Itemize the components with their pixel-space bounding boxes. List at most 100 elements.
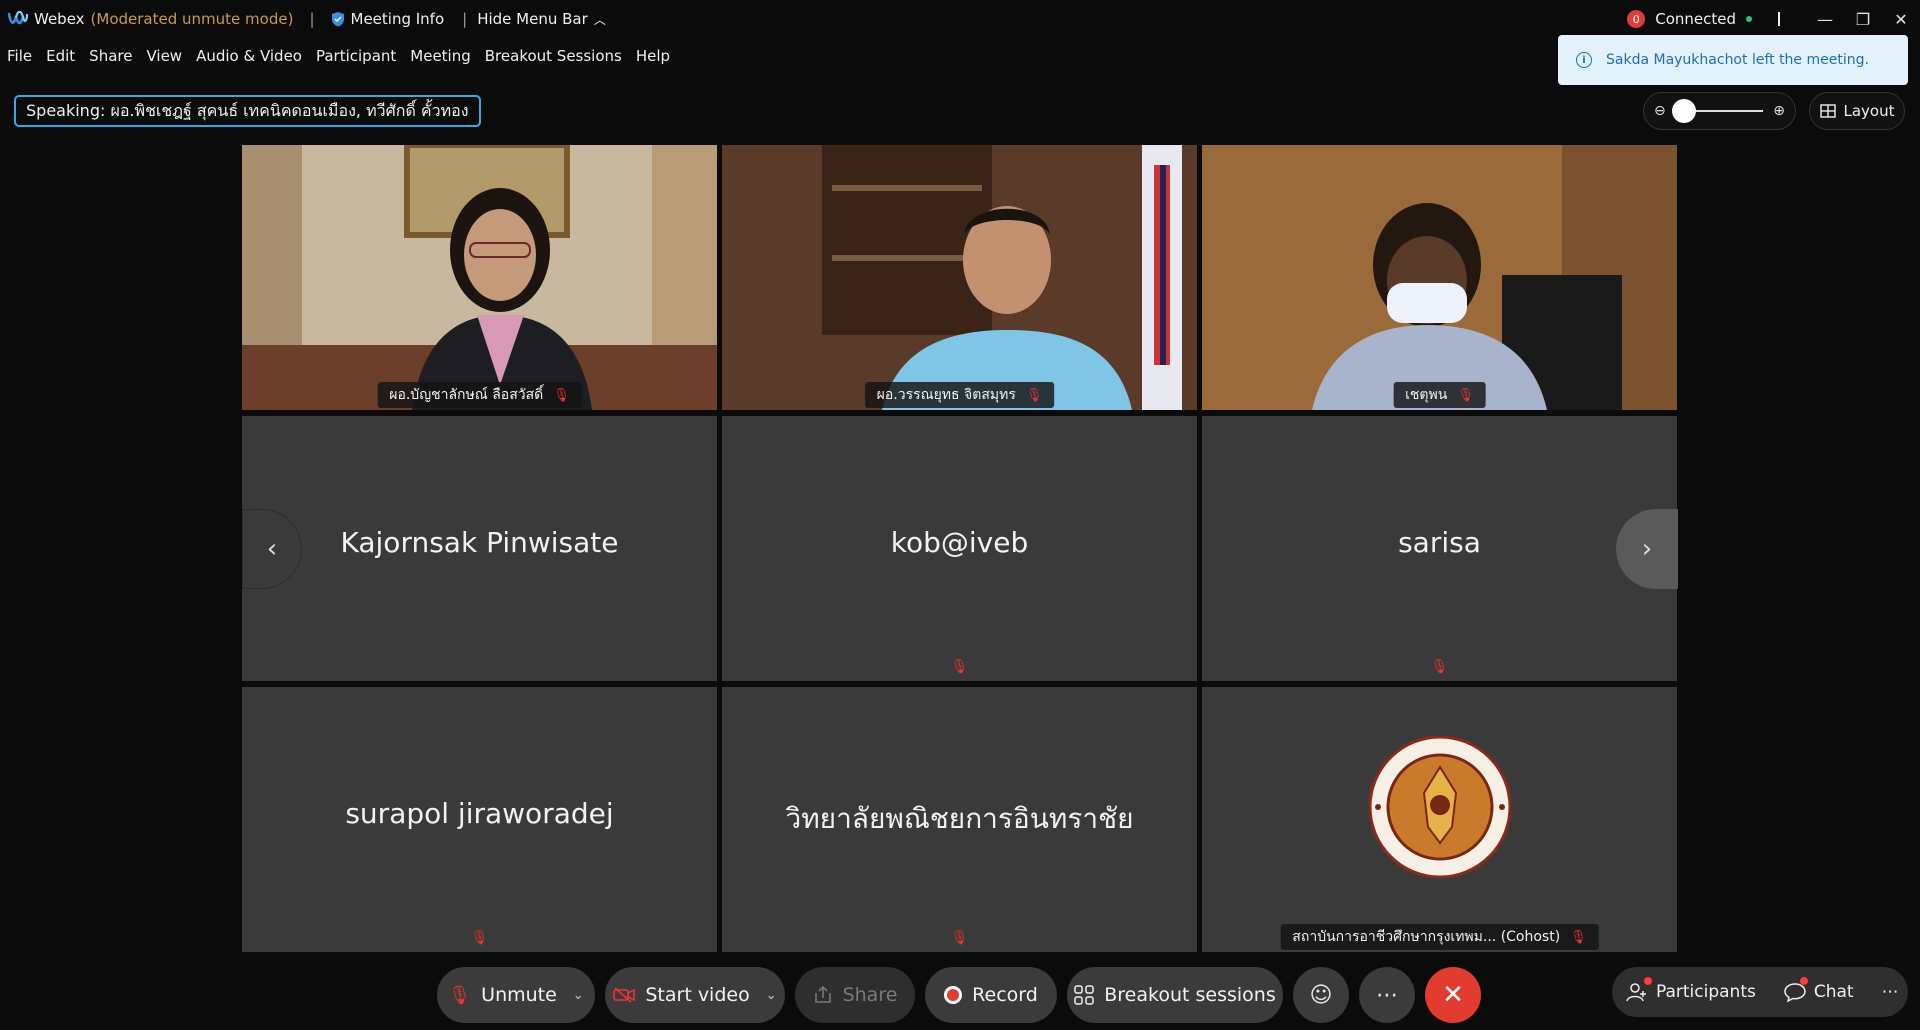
- mic-muted-icon: 🎙︎: [448, 984, 472, 1006]
- breakout-sessions-label: Breakout sessions: [1104, 984, 1276, 1006]
- mic-muted-icon: 🎙︎: [1430, 659, 1449, 675]
- title-separator-2: |: [462, 10, 468, 28]
- participants-icon: [1626, 983, 1646, 1002]
- participant-name: ผอ.วรรณยุทธ จิตสมุทร: [876, 387, 1016, 403]
- leave-meeting-button[interactable]: ✕: [1425, 967, 1481, 1023]
- record-icon: [944, 986, 963, 1004]
- share-screen-icon: [814, 986, 831, 1003]
- hide-menu-bar-button[interactable]: Hide Menu Bar ︿: [477, 10, 606, 28]
- meeting-info-label: Meeting Info: [350, 10, 445, 28]
- video-off-icon: [613, 987, 636, 1003]
- menu-breakout-sessions[interactable]: Breakout Sessions: [478, 47, 629, 65]
- participant-name-tag: สถาบันการอาชีวศึกษากรุงเทพม... (Cohost) …: [1280, 924, 1599, 950]
- chat-icon: [1784, 983, 1806, 1002]
- connection-status-badge: 0: [1627, 10, 1646, 28]
- participant-tile[interactable]: วิทยาลัยพณิชยการอินทราชัย 🎙︎: [722, 687, 1197, 952]
- participant-name: วิทยาลัยพณิชยการอินทราชัย: [785, 802, 1134, 835]
- unmute-button[interactable]: 🎙︎ Unmute ⌄: [437, 967, 595, 1023]
- info-icon: i: [1576, 52, 1592, 68]
- institution-seal-icon: [1368, 735, 1511, 879]
- menu-meeting[interactable]: Meeting: [403, 47, 477, 65]
- smiley-icon: ☺: [1309, 982, 1333, 1008]
- mic-muted-icon: 🎙︎: [470, 930, 489, 946]
- participant-tile-video[interactable]: ผอ.วรรณยุทธ จิตสมุทร 🎙︎: [722, 145, 1197, 410]
- participants-button[interactable]: Participants: [1612, 967, 1770, 1017]
- participant-tile[interactable]: kob@iveb 🎙︎: [722, 416, 1197, 681]
- chat-button[interactable]: Chat: [1770, 967, 1868, 1017]
- more-options-button[interactable]: ⋯: [1359, 967, 1415, 1023]
- restore-icon[interactable]: ❐: [1844, 0, 1882, 38]
- participant-tile[interactable]: surapol jiraworadej 🎙︎: [242, 687, 717, 952]
- zoom-slider[interactable]: [1671, 99, 1764, 123]
- zoom-in-icon[interactable]: ⊕: [1773, 103, 1785, 119]
- panel-controls: Participants Chat ⋯: [1612, 967, 1908, 1017]
- chevron-down-icon[interactable]: ⌄: [766, 988, 777, 1003]
- chat-label: Chat: [1813, 982, 1854, 1002]
- meeting-info-button[interactable]: Meeting Info: [331, 10, 445, 28]
- participant-name: surapol jiraworadej: [345, 797, 614, 830]
- webex-logo-icon: [8, 11, 28, 25]
- mic-muted-icon: 🎙︎: [1025, 387, 1043, 403]
- title-bar-right: 0 Connected — ❐ ✕: [1627, 0, 1920, 38]
- menu-file[interactable]: File: [0, 47, 39, 65]
- mic-muted-icon: 🎙︎: [950, 659, 969, 675]
- participants-notification-dot: [1644, 977, 1652, 985]
- minimize-icon[interactable]: —: [1806, 0, 1844, 38]
- connection-status[interactable]: Connected: [1655, 10, 1736, 28]
- participant-name: kob@iveb: [890, 526, 1029, 559]
- participant-name: Kajornsak Pinwisate: [340, 526, 619, 559]
- close-icon: ✕: [1442, 980, 1464, 1010]
- title-separator: |: [309, 10, 315, 28]
- participant-video-feed: [242, 145, 717, 410]
- video-grid: ผอ.บัญชาลักษณ์ ลือสวัสดิ์ 🎙︎ ผอ.วรรณยุทธ…: [242, 145, 1678, 952]
- mic-muted-icon: 🎙︎: [1457, 387, 1474, 403]
- reactions-button[interactable]: ☺: [1293, 967, 1349, 1023]
- mic-muted-icon: 🎙︎: [553, 387, 570, 403]
- menu-share[interactable]: Share: [82, 47, 139, 65]
- close-window-icon[interactable]: ✕: [1882, 0, 1920, 38]
- participant-name-tag: เชตุพน 🎙︎: [1393, 382, 1486, 408]
- zoom-slider-handle[interactable]: [1671, 99, 1696, 123]
- participant-tile[interactable]: Kajornsak Pinwisate: [242, 416, 717, 681]
- menu-participant[interactable]: Participant: [309, 47, 403, 65]
- menu-edit[interactable]: Edit: [39, 47, 82, 65]
- participants-label: Participants: [1656, 982, 1756, 1002]
- more-panels-button[interactable]: ⋯: [1868, 967, 1913, 1017]
- moderation-mode: (Moderated unmute mode): [90, 10, 294, 28]
- app-title: Webex: [34, 10, 85, 28]
- participant-tile[interactable]: sarisa 🎙︎: [1202, 416, 1677, 681]
- participant-name-tag: ผอ.วรรณยุทธ จิตสมุทร 🎙︎: [864, 382, 1055, 408]
- zoom-out-icon[interactable]: ⊖: [1654, 103, 1666, 119]
- chevron-right-icon: ›: [1641, 534, 1653, 564]
- participant-name-tag: ผอ.บัญชาลักษณ์ ลือสวัสดิ์ 🎙︎: [377, 382, 582, 408]
- layout-grid-icon: [1819, 104, 1836, 118]
- participant-name: ผอ.บัญชาลักษณ์ ลือสวัสดิ์: [389, 387, 544, 403]
- chat-notification-dot: [1799, 977, 1808, 985]
- signal-bar-icon: [1778, 12, 1780, 26]
- participant-tile-video[interactable]: ผอ.บัญชาลักษณ์ ลือสวัสดิ์ 🎙︎: [242, 145, 717, 410]
- toast-message: Sakda Mayukhachot left the meeting.: [1606, 52, 1869, 68]
- participant-name: sarisa: [1398, 526, 1481, 559]
- chevron-left-icon: ‹: [266, 534, 278, 564]
- participant-tile-logo[interactable]: สถาบันการอาชีวศึกษากรุงเทพม... (Cohost) …: [1202, 687, 1677, 952]
- breakout-sessions-button[interactable]: Breakout sessions: [1067, 967, 1283, 1023]
- participant-tile-video[interactable]: เชตุพน 🎙︎: [1202, 145, 1677, 410]
- title-bar: Webex (Moderated unmute mode) | Meeting …: [0, 0, 1920, 38]
- ellipsis-icon: ⋯: [1881, 982, 1899, 1002]
- layout-label: Layout: [1843, 102, 1895, 120]
- start-video-button[interactable]: Start video ⌄: [605, 967, 785, 1023]
- record-button[interactable]: Record: [925, 967, 1057, 1023]
- menu-view[interactable]: View: [139, 47, 189, 65]
- mic-muted-icon: 🎙︎: [1570, 929, 1587, 945]
- start-video-label: Start video: [645, 984, 750, 1006]
- chevron-up-icon: ︿: [593, 12, 606, 27]
- chevron-down-icon[interactable]: ⌄: [573, 988, 584, 1003]
- menu-audio-video[interactable]: Audio & Video: [189, 47, 309, 65]
- speaking-indicator: Speaking: ผอ.พิชเชฎฐ์ สุคนธ์ เทคนิคดอนเม…: [14, 95, 481, 127]
- share-button[interactable]: Share: [795, 967, 915, 1023]
- participant-name: สถาบันการอาชีวศึกษากรุงเทพม... (Cohost): [1292, 929, 1561, 945]
- layout-button[interactable]: Layout: [1809, 92, 1905, 130]
- menu-help[interactable]: Help: [629, 47, 677, 65]
- notification-toast: i Sakda Mayukhachot left the meeting.: [1558, 35, 1908, 85]
- connected-dot-icon: [1746, 16, 1752, 22]
